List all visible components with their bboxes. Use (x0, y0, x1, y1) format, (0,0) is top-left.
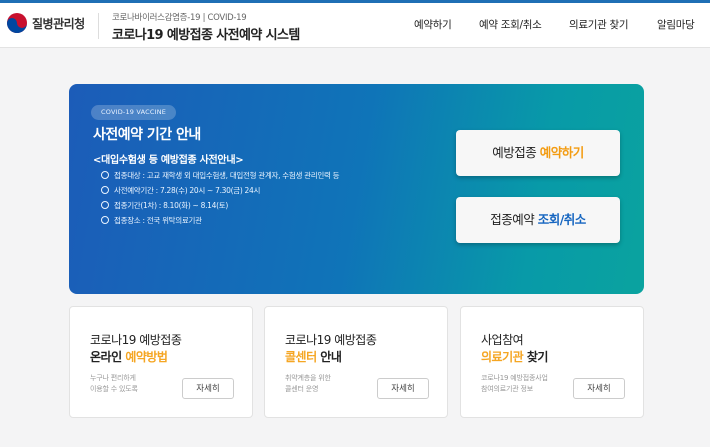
notice-heading: <대입수험생 등 예방접종 사전안내> (93, 155, 244, 166)
card-online-reservation: 코로나19 예방접종 온라인 예약방법 누구나 편리하게 이용할 수 있도록 자세… (69, 306, 253, 418)
card-title-line2: 의료기관 찾기 (481, 350, 548, 364)
notice-list: 접종대상 : 고교 재학생 외 대입수험생, 대입전형 관계자, 수험생 관리인… (101, 168, 340, 228)
card-description: 코로나19 예방접종사업 참여의료기관 정보 (481, 374, 548, 393)
card-title-line1: 코로나19 예방접종 (285, 333, 377, 347)
bullet-circle-icon (101, 186, 109, 194)
vaccine-badge: COVID-19 VACCINE (91, 105, 177, 120)
card-title-line1: 사업참여 (481, 333, 524, 347)
bullet-circle-icon (101, 216, 109, 224)
card-description: 취약계층을 위한 콜센터 운영 (285, 374, 331, 393)
site-header: 질병관리청 코로나바이러스감염증-19 | COVID-19 코로나19 예방접… (0, 3, 710, 48)
site-subtitle: 코로나바이러스감염증-19 | COVID-19 (112, 13, 247, 23)
site-title[interactable]: 코로나19 예방접종 사전예약 시스템 (112, 24, 300, 43)
card-description: 누구나 편리하게 이용할 수 있도록 (90, 374, 138, 393)
nav-notice-board[interactable]: 알림마당 (657, 17, 695, 32)
card-title-line1: 코로나19 예방접종 (90, 333, 182, 347)
lookup-cancel-button[interactable]: 접종예약 조회/취소 (456, 197, 620, 243)
reservation-banner: COVID-19 VACCINE 사전예약 기간 안내 <대입수험생 등 예방접… (69, 84, 644, 294)
bullet-circle-icon (101, 201, 109, 209)
details-button[interactable]: 자세히 (182, 378, 234, 399)
banner-title: 사전예약 기간 안내 (93, 127, 201, 143)
details-button[interactable]: 자세히 (377, 378, 429, 399)
card-find-clinic: 사업참여 의료기관 찾기 코로나19 예방접종사업 참여의료기관 정보 자세히 (460, 306, 644, 418)
header-divider (98, 13, 99, 39)
org-name[interactable]: 질병관리청 (32, 15, 85, 32)
card-title-line2: 온라인 예약방법 (90, 350, 168, 364)
nav-find-clinic[interactable]: 의료기관 찾기 (569, 17, 629, 32)
notice-item: 접종대상 : 고교 재학생 외 대입수험생, 대입전형 관계자, 수험생 관리인… (101, 168, 340, 183)
card-title-line2: 콜센터 안내 (285, 350, 342, 364)
notice-item: 접종기간(1차) : 8.10(화) ~ 8.14(토) (101, 198, 339, 213)
taegeuk-logo-icon[interactable] (6, 12, 28, 34)
notice-item: 사전예약기간 : 7.28(수) 20시 ~ 7.30(금) 24시 (101, 183, 339, 198)
details-button[interactable]: 자세히 (573, 378, 625, 399)
nav-reserve[interactable]: 예약하기 (414, 17, 452, 32)
bullet-circle-icon (101, 171, 109, 179)
reserve-vaccination-button[interactable]: 예방접종 예약하기 (456, 130, 620, 176)
card-call-center: 코로나19 예방접종 콜센터 안내 취약계층을 위한 콜센터 운영 자세히 (264, 306, 448, 418)
nav-lookup-cancel[interactable]: 예약 조회/취소 (479, 17, 542, 32)
notice-item: 접종장소 : 전국 위탁의료기관 (101, 213, 339, 228)
